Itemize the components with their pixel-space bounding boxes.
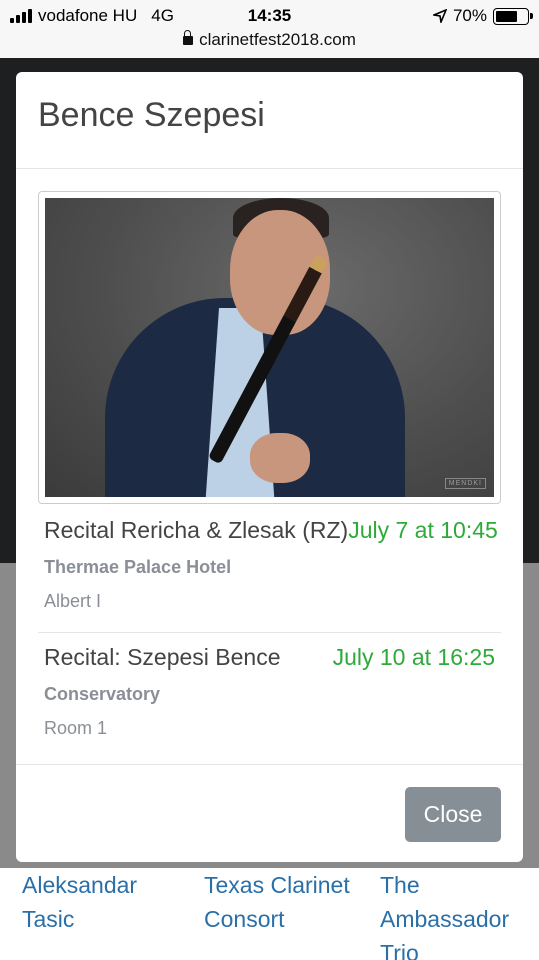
status-bar: vodafone HU 4G 14:35 70% clarinetfest201… [0, 0, 539, 58]
close-button[interactable]: Close [405, 787, 501, 842]
modal-header: Bence Szepesi [16, 72, 523, 169]
background-link-texas-clarinet-consort[interactable]: Texas Clarinet Consort [204, 868, 364, 936]
event-venue: Thermae Palace Hotel [44, 557, 232, 577]
modal-title: Bence Szepesi [38, 96, 265, 134]
event-item: Recital Rericha & Zlesak (RZ) July 7 at … [38, 512, 501, 613]
address-bar[interactable]: clarinetfest2018.com [0, 30, 539, 50]
background-link-aleksandar-tasic[interactable]: Aleksandar Tasic [22, 868, 172, 936]
event-item: Recital: Szepesi Bence July 10 at 16:25 … [38, 632, 501, 740]
url-text: clarinetfest2018.com [199, 30, 356, 49]
event-venue: Conservatory [44, 684, 161, 704]
modal-footer: Close [16, 764, 523, 862]
artist-photo: MENDKI [45, 198, 494, 497]
event-title: Recital Rericha & Zlesak (RZ) [44, 517, 349, 543]
event-time: July 10 at 16:25 [332, 644, 495, 670]
artist-modal: Bence Szepesi MENDKI Recital Rericha & Z… [16, 72, 523, 862]
event-title: Recital: Szepesi Bence [44, 644, 281, 670]
event-room: Albert I [44, 591, 102, 611]
event-room: Room 1 [44, 718, 108, 738]
artist-photo-frame: MENDKI [38, 191, 501, 504]
battery-icon [493, 7, 533, 25]
photo-watermark: MENDKI [444, 478, 486, 489]
lock-icon [183, 30, 194, 45]
battery-percent: 70% [452, 6, 487, 25]
background-link-ambassador-trio[interactable]: The Ambassador Trio [380, 868, 530, 960]
event-time: July 7 at 10:45 [348, 517, 498, 543]
location-arrow-icon [432, 9, 447, 23]
